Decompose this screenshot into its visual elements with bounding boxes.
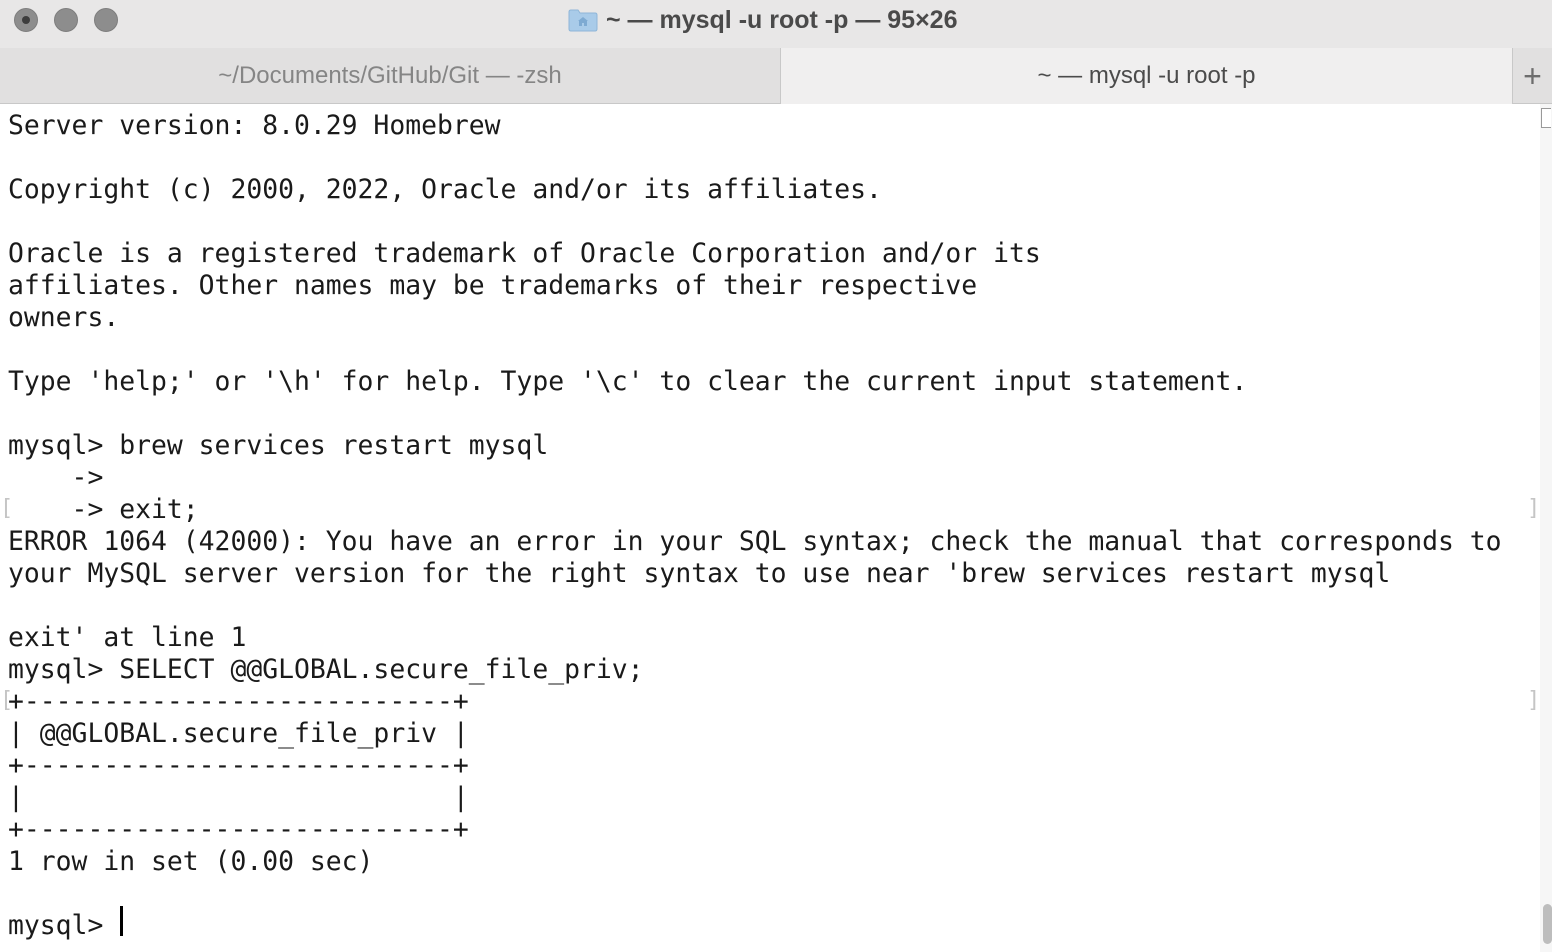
- terminal-line: +---------------------------+: [8, 750, 469, 781]
- mark-bracket-right-icon: ]: [1527, 688, 1540, 713]
- tab-bar: ~/Documents/GitHub/Git — -zsh ~ — mysql …: [0, 48, 1552, 104]
- terminal-line: +---------------------------+: [8, 814, 469, 845]
- window-title-text: ~ — mysql -u root -p — 95×26: [606, 5, 958, 34]
- terminal-line: | |: [8, 782, 469, 813]
- text-cursor: [120, 906, 123, 936]
- terminal-line: exit' at line 1: [8, 622, 247, 653]
- terminal-line: Server version: 8.0.29 Homebrew: [8, 110, 501, 141]
- window-title: ~ — mysql -u root -p — 95×26: [568, 0, 957, 40]
- terminal-line: mysql> SELECT @@GLOBAL.secure_file_priv;: [8, 654, 644, 685]
- zoom-window-button[interactable]: [94, 8, 118, 32]
- terminal-output[interactable]: Server version: 8.0.29 Homebrew Copyrigh…: [0, 104, 1540, 952]
- tab-label: ~ — mysql -u root -p: [1037, 62, 1256, 89]
- folder-home-icon: [568, 8, 598, 32]
- new-tab-button[interactable]: +: [1512, 48, 1552, 104]
- plus-icon: +: [1523, 57, 1542, 94]
- terminal-line: Type 'help;' or '\h' for help. Type '\c'…: [8, 366, 1248, 397]
- terminal-line: owners.: [8, 302, 120, 333]
- minimize-window-button[interactable]: [54, 8, 78, 32]
- tab-zsh[interactable]: ~/Documents/GitHub/Git — -zsh: [0, 48, 781, 104]
- terminal-line: ->: [8, 462, 104, 493]
- terminal-line: Copyright (c) 2000, 2022, Oracle and/or …: [8, 174, 882, 205]
- terminal-line: +---------------------------+: [8, 686, 469, 717]
- split-pane-icon[interactable]: [1541, 108, 1551, 128]
- vertical-scrollbar[interactable]: [1540, 104, 1552, 952]
- terminal-line: -> exit;: [8, 494, 199, 525]
- mark-bracket-right-icon: ]: [1527, 496, 1540, 521]
- terminal-line: ERROR 1064 (42000): You have an error in…: [8, 526, 1502, 557]
- mark-bracket-left-icon: [: [0, 688, 14, 713]
- title-bar: ~ — mysql -u root -p — 95×26: [0, 0, 1552, 48]
- tab-mysql[interactable]: ~ — mysql -u root -p: [781, 48, 1512, 104]
- terminal-line: | @@GLOBAL.secure_file_priv |: [8, 718, 469, 749]
- scrollbar-thumb[interactable]: [1543, 904, 1552, 944]
- terminal-line: your MySQL server version for the right …: [8, 558, 1391, 589]
- terminal-prompt-line: mysql>: [8, 910, 120, 941]
- close-window-button[interactable]: [14, 8, 38, 32]
- terminal-line: Oracle is a registered trademark of Orac…: [8, 238, 1041, 269]
- tab-label: ~/Documents/GitHub/Git — -zsh: [218, 62, 562, 89]
- terminal-line: 1 row in set (0.00 sec): [8, 846, 374, 877]
- terminal-line: mysql> brew services restart mysql: [8, 430, 549, 461]
- terminal-line: affiliates. Other names may be trademark…: [8, 270, 978, 301]
- mark-bracket-left-icon: [: [0, 496, 14, 521]
